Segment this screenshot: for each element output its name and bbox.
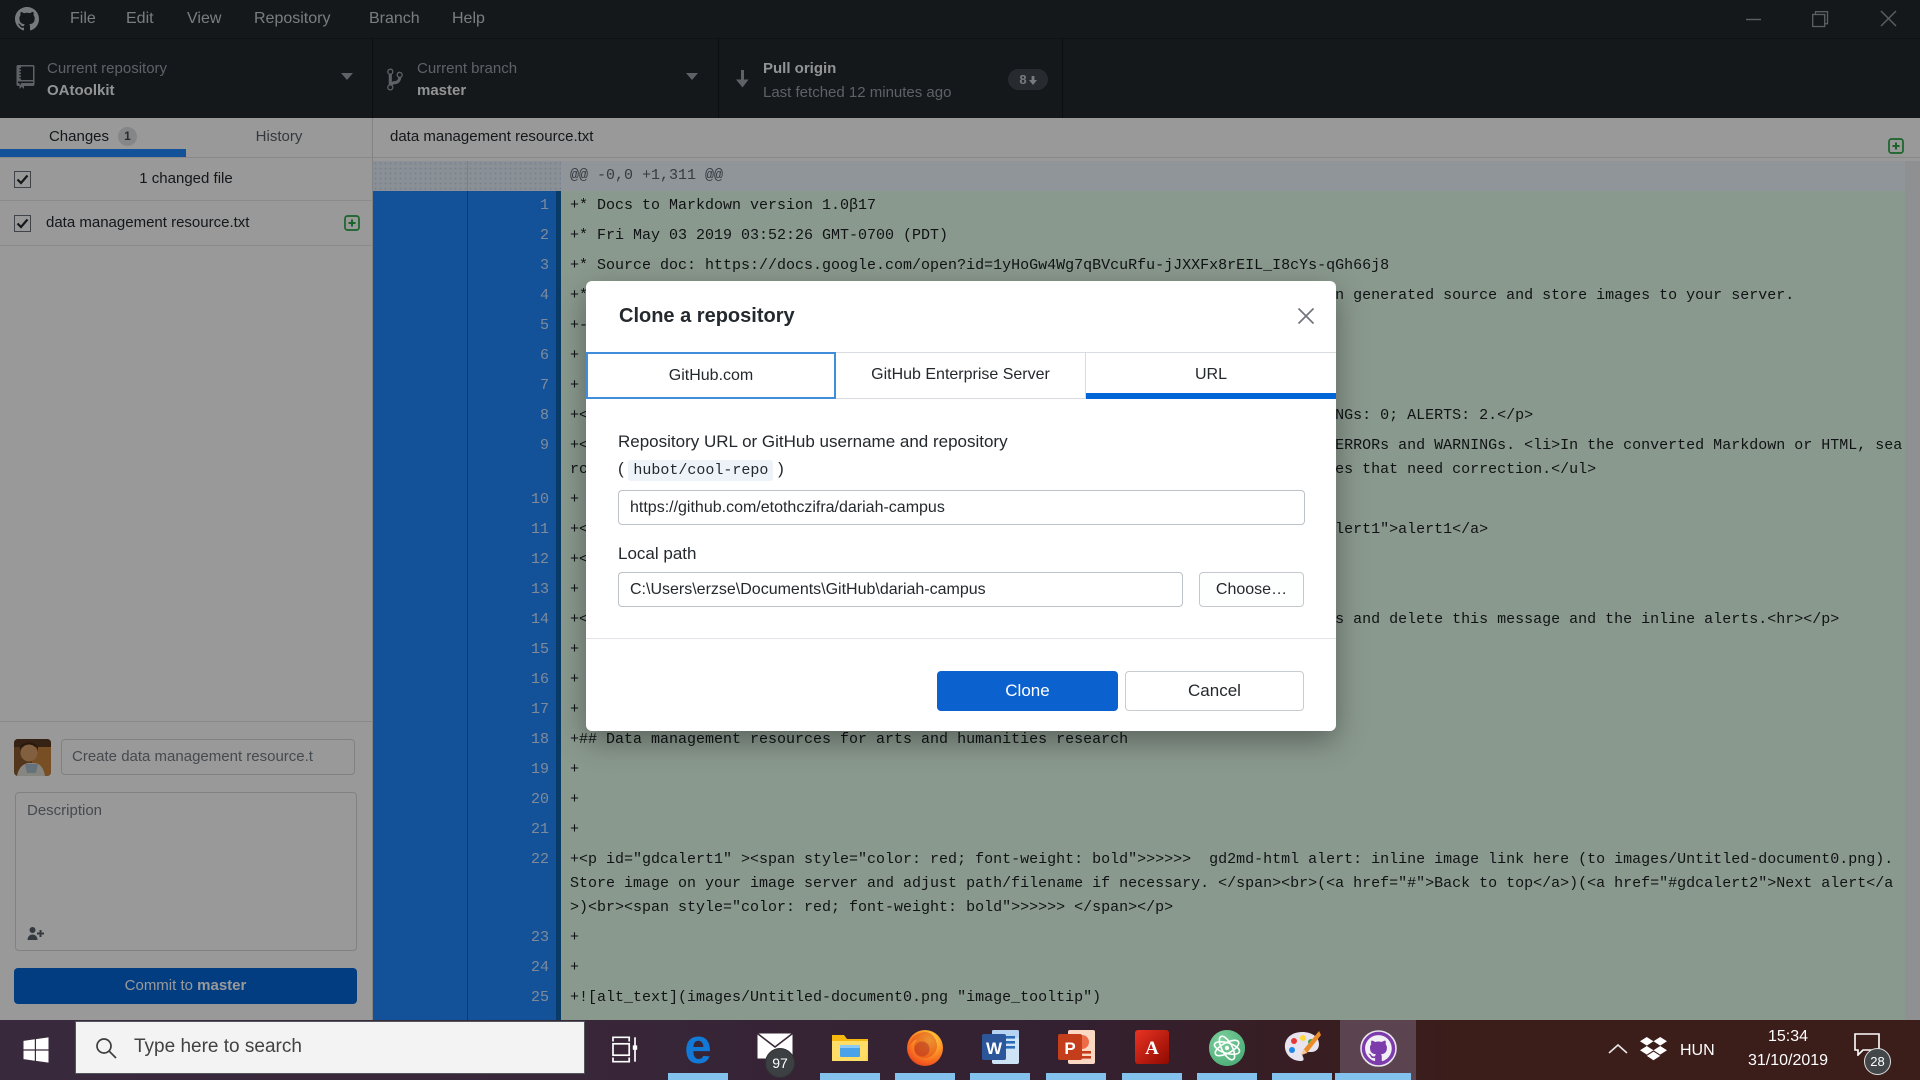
svg-text:P: P <box>1064 1039 1075 1058</box>
svg-text:e: e <box>684 1025 711 1071</box>
svg-text:W: W <box>986 1039 1003 1058</box>
svg-text:A: A <box>1145 1038 1159 1059</box>
